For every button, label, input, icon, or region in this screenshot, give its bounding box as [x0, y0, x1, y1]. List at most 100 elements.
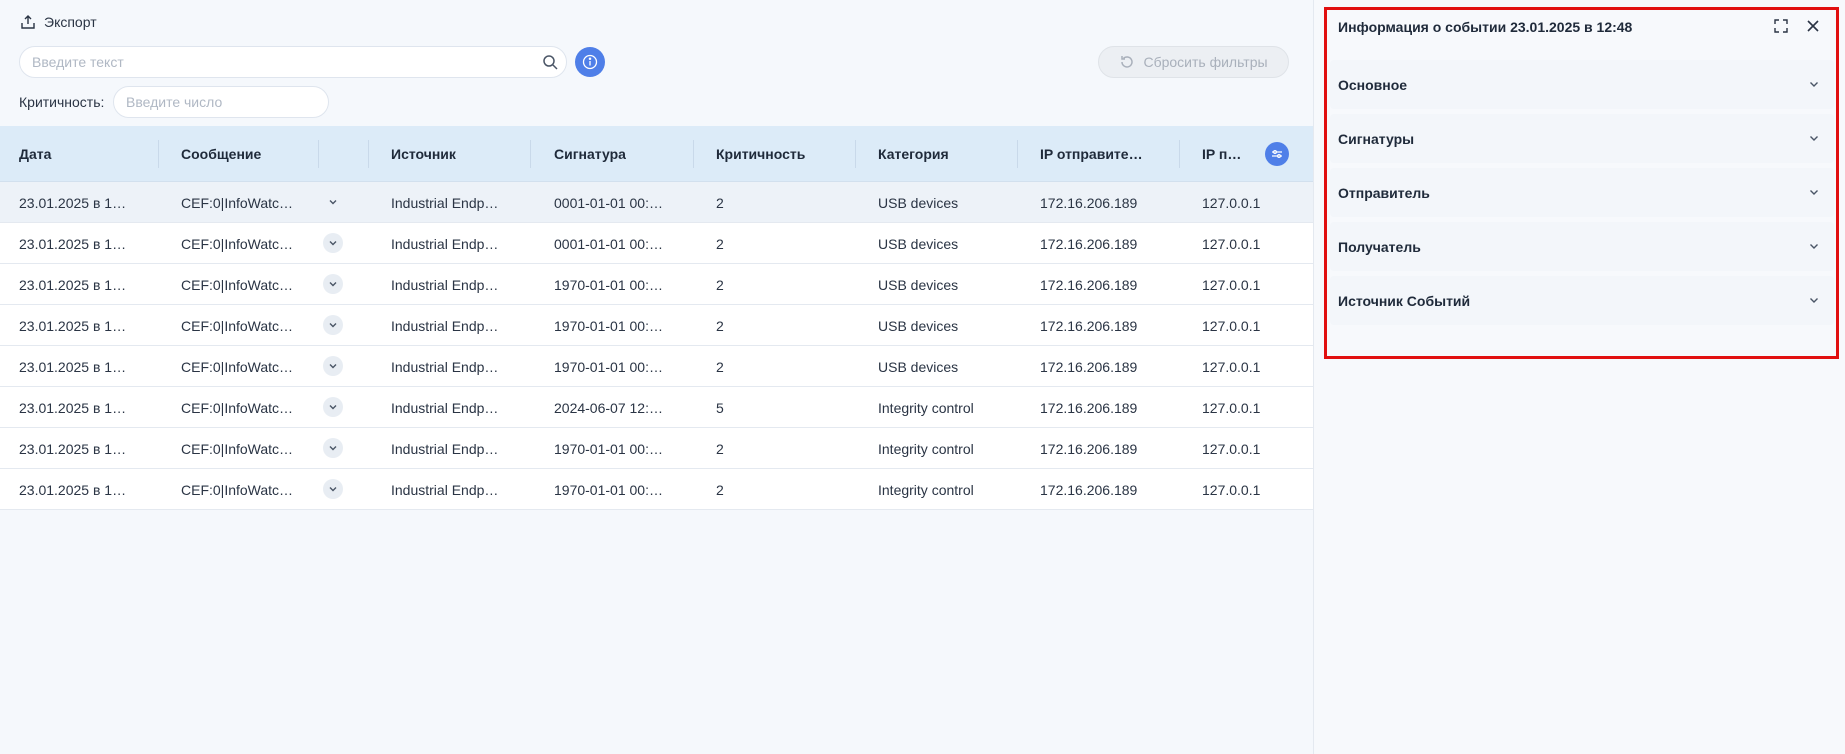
cell-date: 23.01.2025 в 1…: [19, 482, 127, 498]
reset-filters-button[interactable]: Сбросить фильтры: [1098, 46, 1289, 78]
cell-ip-sender: 172.16.206.189: [1040, 400, 1138, 416]
column-divider[interactable]: [1017, 140, 1018, 168]
export-button[interactable]: Экспорт: [20, 14, 97, 30]
cell-category: Integrity control: [878, 482, 974, 498]
row-expand-button[interactable]: [323, 192, 343, 212]
chevron-down-icon: [1810, 298, 1818, 303]
cell-criticality: 2: [716, 277, 724, 293]
cell-ip-receiver: 127.0.0.1: [1202, 318, 1261, 334]
reset-filters-label: Сбросить фильтры: [1143, 54, 1268, 70]
cell-ip-sender: 172.16.206.189: [1040, 277, 1138, 293]
column-header-source[interactable]: Источник: [391, 146, 456, 162]
cell-category: USB devices: [878, 195, 959, 211]
column-divider[interactable]: [318, 140, 319, 168]
cell-date: 23.01.2025 в 1…: [19, 277, 127, 293]
chevron-down-icon: [329, 487, 337, 492]
cell-ip-sender: 172.16.206.189: [1040, 318, 1138, 334]
column-header-date[interactable]: Дата: [19, 146, 51, 162]
criticality-input[interactable]: [113, 86, 329, 118]
close-panel-button[interactable]: [1803, 16, 1823, 36]
cell-category: Integrity control: [878, 441, 974, 457]
table-row[interactable]: 23.01.2025 в 1… CEF:0|InfoWatc… Industrial…: [0, 469, 1313, 510]
table-body: 23.01.2025 в 1… CEF:0|InfoWatc… Industrial…: [0, 182, 1313, 510]
column-divider[interactable]: [368, 140, 369, 168]
column-header-ip-receiver[interactable]: IP п…: [1202, 146, 1241, 162]
table-row[interactable]: 23.01.2025 в 1… CEF:0|InfoWatc… Industrial…: [0, 264, 1313, 305]
cell-category: USB devices: [878, 236, 959, 252]
column-header-category[interactable]: Категория: [878, 146, 949, 162]
column-header-criticality[interactable]: Критичность: [716, 146, 805, 162]
fullscreen-button[interactable]: [1771, 16, 1791, 36]
reset-icon: [1121, 56, 1134, 68]
cell-criticality: 2: [716, 482, 724, 498]
cell-category: USB devices: [878, 277, 959, 293]
search-icon[interactable]: [534, 46, 566, 78]
sliders-icon: [1272, 150, 1282, 158]
cell-signature: 1970-01-01 00:…: [554, 482, 663, 498]
accordion-section-label: Получатель: [1338, 239, 1421, 255]
info-button[interactable]: [575, 47, 605, 77]
cell-ip-receiver: 127.0.0.1: [1202, 236, 1261, 252]
cell-ip-receiver: 127.0.0.1: [1202, 195, 1261, 211]
chevron-down-icon: [329, 282, 337, 287]
cell-ip-receiver: 127.0.0.1: [1202, 359, 1261, 375]
row-expand-button[interactable]: [323, 479, 343, 499]
cell-ip-sender: 172.16.206.189: [1040, 236, 1138, 252]
column-divider[interactable]: [158, 140, 159, 168]
row-expand-button[interactable]: [323, 233, 343, 253]
table-row[interactable]: 23.01.2025 в 1… CEF:0|InfoWatc… Industrial…: [0, 223, 1313, 264]
column-divider[interactable]: [530, 140, 531, 168]
cell-signature: 1970-01-01 00:…: [554, 277, 663, 293]
accordion-section[interactable]: Источник Событий: [1330, 276, 1834, 325]
cell-message: CEF:0|InfoWatc…: [181, 195, 294, 211]
column-settings-button[interactable]: [1265, 142, 1289, 166]
chevron-down-icon: [1810, 136, 1818, 141]
cell-criticality: 2: [716, 236, 724, 252]
column-header-ip-sender[interactable]: IP отправите…: [1040, 146, 1143, 162]
table-row[interactable]: 23.01.2025 в 1… CEF:0|InfoWatc… Industrial…: [0, 428, 1313, 469]
cell-message: CEF:0|InfoWatc…: [181, 236, 294, 252]
row-expand-button[interactable]: [323, 315, 343, 335]
cell-criticality: 5: [716, 400, 724, 416]
cell-criticality: 2: [716, 441, 724, 457]
column-header-signature[interactable]: Сигнатура: [554, 146, 626, 162]
cell-source: Industrial Endp…: [391, 236, 499, 252]
cell-criticality: 2: [716, 195, 724, 211]
row-expand-button[interactable]: [323, 397, 343, 417]
search-input[interactable]: [20, 54, 534, 70]
row-expand-button[interactable]: [323, 356, 343, 376]
table-row[interactable]: 23.01.2025 в 1… CEF:0|InfoWatc… Industrial…: [0, 387, 1313, 428]
row-expand-button[interactable]: [323, 438, 343, 458]
chevron-down-icon: [1810, 244, 1818, 249]
upload-icon: [21, 15, 35, 29]
info-icon: [582, 54, 598, 70]
row-expand-button[interactable]: [323, 274, 343, 294]
table-row[interactable]: 23.01.2025 в 1… CEF:0|InfoWatc… Industrial…: [0, 346, 1313, 387]
cell-source: Industrial Endp…: [391, 400, 499, 416]
chevron-down-icon: [329, 323, 337, 328]
table-row[interactable]: 23.01.2025 в 1… CEF:0|InfoWatc… Industrial…: [0, 305, 1313, 346]
cell-ip-sender: 172.16.206.189: [1040, 195, 1138, 211]
cell-date: 23.01.2025 в 1…: [19, 359, 127, 375]
accordion-section[interactable]: Основное: [1330, 60, 1834, 109]
table-row[interactable]: 23.01.2025 в 1… CEF:0|InfoWatc… Industrial…: [0, 182, 1313, 223]
accordion-section[interactable]: Сигнатуры: [1330, 114, 1834, 163]
cell-ip-receiver: 127.0.0.1: [1202, 277, 1261, 293]
cell-signature: 1970-01-01 00:…: [554, 318, 663, 334]
cell-date: 23.01.2025 в 1…: [19, 236, 127, 252]
column-divider[interactable]: [1179, 140, 1180, 168]
column-divider[interactable]: [693, 140, 694, 168]
cell-source: Industrial Endp…: [391, 195, 499, 211]
cell-date: 23.01.2025 в 1…: [19, 441, 127, 457]
column-divider[interactable]: [855, 140, 856, 168]
cell-message: CEF:0|InfoWatc…: [181, 277, 294, 293]
chevron-down-icon: [329, 405, 337, 410]
column-header-message[interactable]: Сообщение: [181, 146, 261, 162]
cell-message: CEF:0|InfoWatc…: [181, 400, 294, 416]
cell-source: Industrial Endp…: [391, 277, 499, 293]
cell-category: USB devices: [878, 359, 959, 375]
cell-message: CEF:0|InfoWatc…: [181, 482, 294, 498]
cell-signature: 0001-01-01 00:…: [554, 195, 663, 211]
accordion-section[interactable]: Получатель: [1330, 222, 1834, 271]
accordion-section[interactable]: Отправитель: [1330, 168, 1834, 217]
